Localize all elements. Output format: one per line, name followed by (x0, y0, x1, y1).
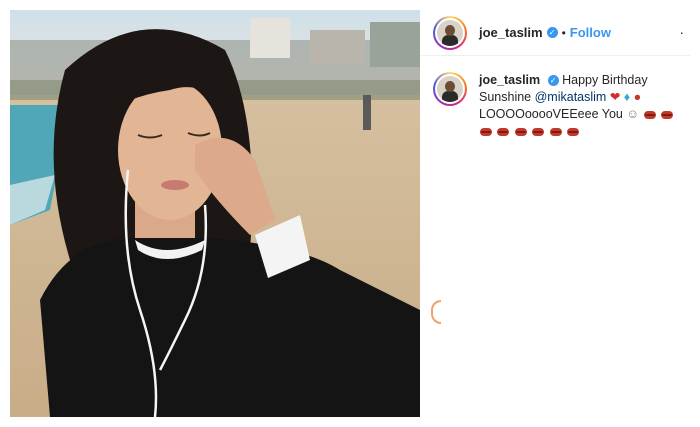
more-options-icon[interactable]: · (679, 24, 684, 40)
username-link[interactable]: joe_taslim (479, 25, 543, 40)
caption-text-after: LOOOOooooVEEeee You (479, 107, 623, 122)
caption-username[interactable]: joe_taslim (479, 73, 540, 87)
verified-badge-icon: ✓ (546, 27, 558, 38)
lollipop-emoji-icon: ● (633, 90, 642, 105)
diamond-emoji-icon: ♦ (623, 90, 631, 105)
follow-button[interactable]: Follow (570, 25, 611, 40)
mention-link[interactable]: @mikataslim (535, 90, 607, 104)
lips-emoji-icon (497, 128, 510, 137)
lips-emoji-icon (514, 128, 527, 137)
post-photo[interactable] (10, 10, 420, 417)
scroll-edge-indicator (431, 300, 441, 324)
post-header: joe_taslim ✓ • Follow · (421, 10, 690, 56)
lips-emoji-icon (661, 110, 674, 119)
verified-badge-icon: ✓ (547, 75, 559, 87)
grimace-emoji-icon: ☺ (626, 107, 640, 122)
lips-emoji-icon (549, 128, 562, 137)
lips-emoji-icon (567, 128, 580, 137)
separator-dot: • (561, 25, 566, 40)
avatar[interactable] (433, 15, 467, 50)
lips-emoji-icon (643, 110, 656, 119)
heart-emoji-icon: ❤ (609, 90, 621, 105)
lips-emoji-icon (480, 128, 492, 137)
lips-emoji-icon (532, 128, 545, 137)
caption-text: joe_taslim ✓ Happy Birthday Sunshine @mi… (479, 72, 678, 140)
post-sidebar: joe_taslim ✓ • Follow · joe_taslim ✓ Hap… (421, 10, 690, 417)
caption: joe_taslim ✓ Happy Birthday Sunshine @mi… (421, 56, 690, 140)
caption-avatar[interactable] (433, 72, 467, 106)
